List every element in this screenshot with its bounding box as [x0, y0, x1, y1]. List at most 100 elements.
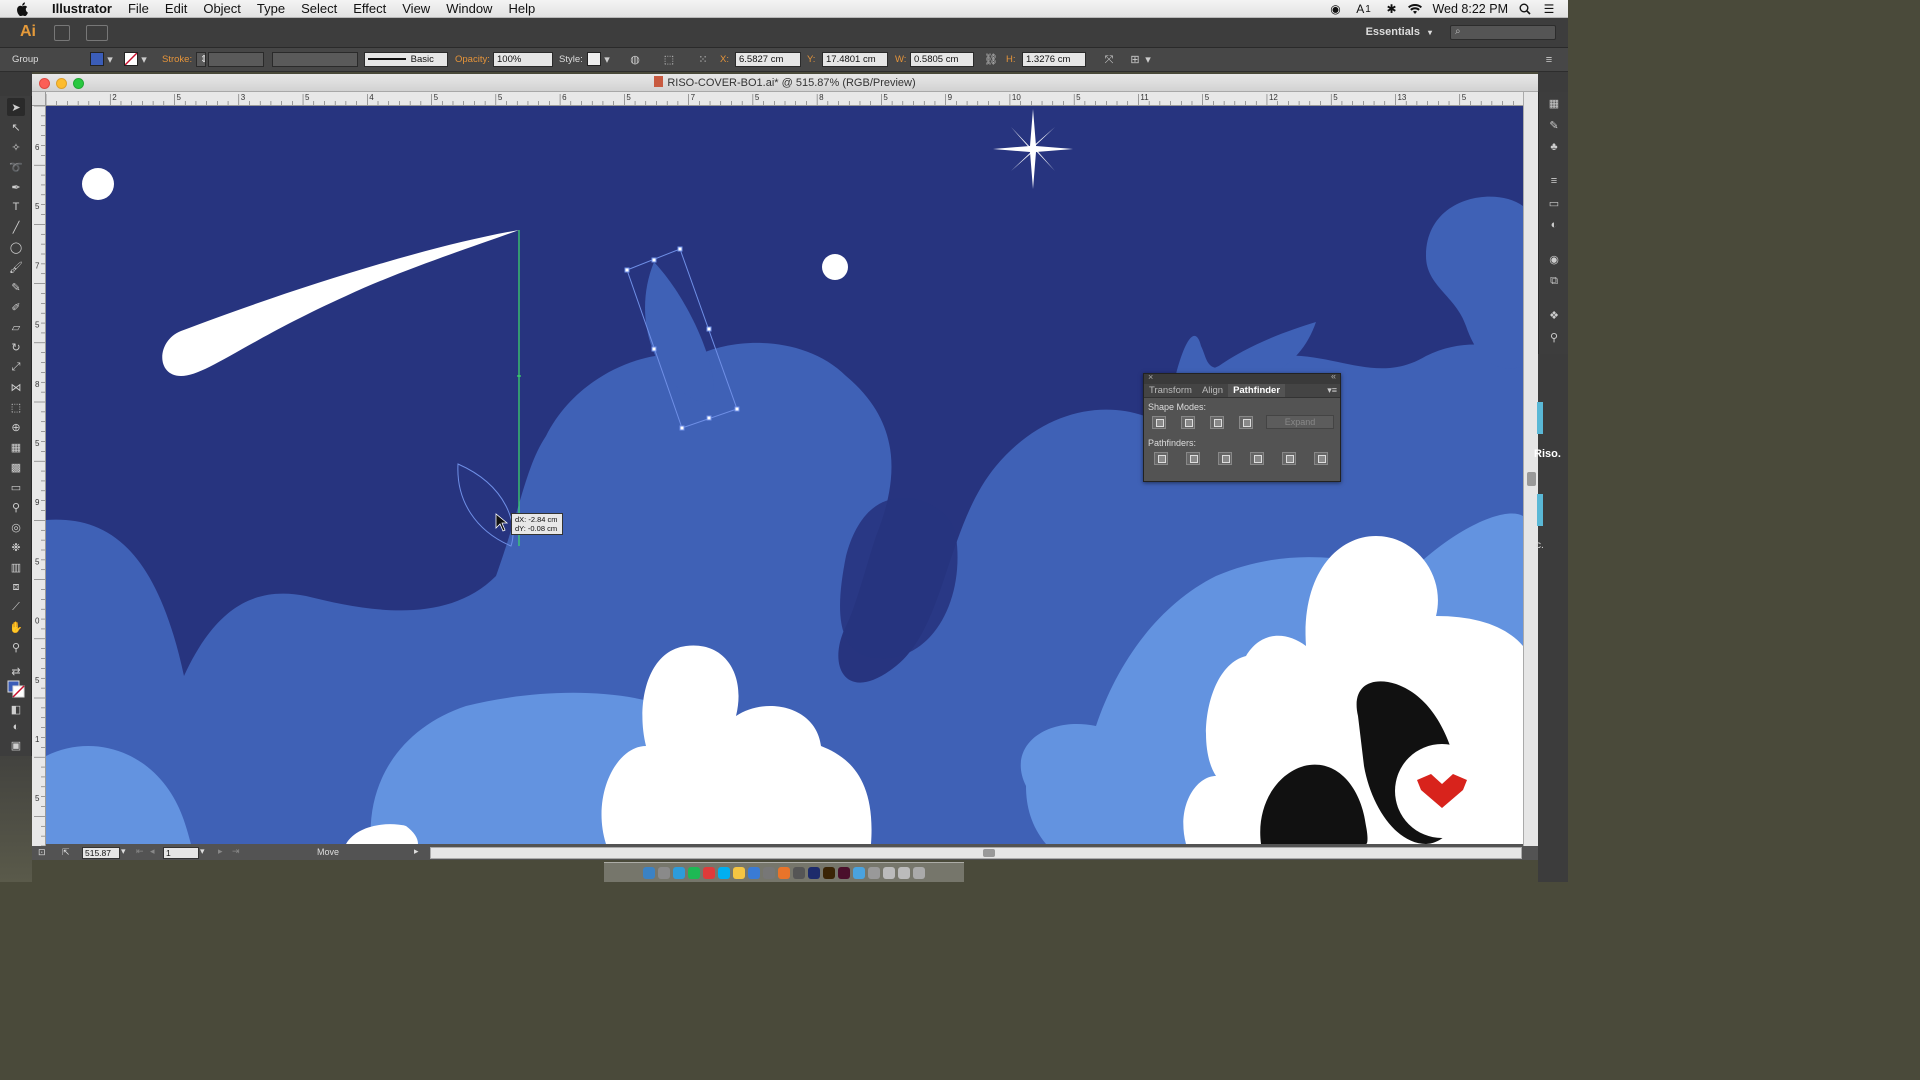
ellipse-tool-icon[interactable]: ◯: [7, 238, 25, 256]
notes-icon[interactable]: [763, 866, 775, 879]
zoom-tool-icon[interactable]: ⚲: [7, 638, 25, 656]
exclude-button[interactable]: [1239, 416, 1253, 429]
unite-button[interactable]: [1152, 416, 1166, 429]
last-artboard-icon[interactable]: ⇥: [232, 846, 240, 857]
color-guide-icon[interactable]: ▦: [1547, 96, 1561, 110]
pencil-tool-icon[interactable]: ✎: [7, 278, 25, 296]
menu-effect[interactable]: Effect: [345, 1, 394, 16]
notification-center-icon[interactable]: ☰: [1542, 2, 1556, 16]
finder-icon[interactable]: [643, 866, 655, 879]
column-graph-tool-icon[interactable]: ▥: [7, 558, 25, 576]
stroke-weight-input[interactable]: [208, 52, 264, 67]
hand-tool-icon[interactable]: ✋: [7, 618, 25, 636]
appearance-panel-icon[interactable]: ◉: [1547, 252, 1561, 266]
apple-icon[interactable]: [14, 1, 30, 16]
spotify-icon[interactable]: [688, 866, 700, 879]
reference-point-icon[interactable]: ⁙: [696, 53, 710, 67]
status-menu-arrow-icon[interactable]: ▸: [414, 846, 419, 857]
illustrator-icon[interactable]: [823, 866, 835, 879]
tab-transform[interactable]: Transform: [1144, 384, 1197, 397]
outline-button[interactable]: [1282, 452, 1296, 465]
symbol-sprayer-tool-icon[interactable]: ❉: [7, 538, 25, 556]
brushes-icon[interactable]: ✎: [1547, 118, 1561, 132]
pen-tool-icon[interactable]: ✒: [7, 178, 25, 196]
mesh-tool-icon[interactable]: ▩: [7, 458, 25, 476]
preferences-icon[interactable]: [868, 866, 880, 879]
expand-button[interactable]: Expand: [1266, 415, 1334, 429]
eraser-tool-icon[interactable]: ▱: [7, 318, 25, 336]
rotate-tool-icon[interactable]: ↻: [7, 338, 25, 356]
scale-tool-icon[interactable]: ⤢: [7, 358, 25, 376]
horizontal-ruler[interactable]: 2 5 3 5 4 5 5 6 5 7 5 8 5 9 10 5 11 5 12 5 13 5: [46, 92, 1524, 106]
merge-button[interactable]: [1218, 452, 1232, 465]
eyedropper-tool-icon[interactable]: ⚲: [7, 498, 25, 516]
safari-icon[interactable]: [673, 866, 685, 879]
current-tool-status[interactable]: Move: [317, 847, 339, 857]
vertical-ruler[interactable]: 6 5 7 5 8 5 9 5 0 5 1 5: [32, 106, 46, 846]
calendar-icon[interactable]: [703, 866, 715, 879]
menubar-clock[interactable]: Wed 8:22 PM: [1432, 2, 1508, 16]
stroke-dropdown-icon[interactable]: ▾: [140, 53, 148, 67]
photoshop-icon[interactable]: [808, 866, 820, 879]
stroke-label[interactable]: Stroke:: [162, 54, 192, 65]
symbols-icon[interactable]: ♣: [1547, 140, 1561, 154]
terminal-icon[interactable]: [793, 866, 805, 879]
slice-tool-icon[interactable]: ⟋: [7, 598, 25, 616]
transparency-panel-icon[interactable]: ◐: [1547, 218, 1561, 232]
chrome-icon[interactable]: [733, 866, 745, 879]
adobe-icon[interactable]: A1: [1352, 2, 1374, 16]
selection-tool-icon[interactable]: ➤: [7, 98, 25, 116]
line-tool-icon[interactable]: ╱: [7, 218, 25, 236]
style-dropdown-icon[interactable]: ▾: [603, 53, 611, 67]
menu-help[interactable]: Help: [500, 1, 543, 16]
vertical-scroll-thumb[interactable]: [1527, 472, 1536, 486]
close-panel-icon[interactable]: ×: [1148, 372, 1153, 382]
color-mode-icon[interactable]: ◧: [7, 700, 25, 718]
prev-artboard-icon[interactable]: ◂: [150, 846, 155, 857]
menu-window[interactable]: Window: [438, 1, 500, 16]
default-fill-stroke-icon[interactable]: ⇄: [7, 662, 25, 680]
firefox-icon[interactable]: [778, 866, 790, 879]
collapse-panel-icon[interactable]: «: [1331, 371, 1336, 381]
layers-icon[interactable]: ❖: [1547, 308, 1561, 322]
artboard-tool-icon[interactable]: ⧈: [7, 578, 25, 596]
menu-view[interactable]: View: [394, 1, 438, 16]
width-input[interactable]: 0.5805 cm: [910, 52, 974, 67]
app-store-icon[interactable]: [853, 866, 865, 879]
perspective-grid-tool-icon[interactable]: ▦: [7, 438, 25, 456]
links-icon[interactable]: ⚲: [1547, 330, 1561, 344]
opacity-input[interactable]: 100%: [493, 52, 553, 67]
trim-button[interactable]: [1186, 452, 1200, 465]
fill-dropdown-icon[interactable]: ▾: [106, 53, 114, 67]
wifi-icon[interactable]: [1408, 2, 1423, 16]
menu-object[interactable]: Object: [195, 1, 249, 16]
blob-brush-tool-icon[interactable]: ✐: [7, 298, 25, 316]
fill-stroke-icon[interactable]: [7, 680, 25, 698]
divide-button[interactable]: [1154, 452, 1168, 465]
artboard-dropdown-icon[interactable]: ▾: [200, 846, 205, 857]
panel-header[interactable]: × «: [1144, 371, 1340, 384]
drawing-mode-icon[interactable]: ◐: [7, 718, 25, 736]
menu-edit[interactable]: Edit: [157, 1, 195, 16]
constrain-proportions-icon[interactable]: ⛓: [984, 53, 998, 67]
arrange-documents-icon[interactable]: [86, 25, 108, 41]
height-input[interactable]: 1.3276 cm: [1022, 52, 1086, 67]
stroke-weight-stepper[interactable]: ⇕: [196, 52, 206, 67]
workspace-switcher[interactable]: Essentials ▾: [1366, 26, 1432, 38]
bluetooth-icon[interactable]: ✱: [1384, 2, 1398, 16]
mail-icon[interactable]: [748, 866, 760, 879]
fill-swatch[interactable]: [90, 52, 104, 66]
menu-type[interactable]: Type: [249, 1, 293, 16]
type-tool-icon[interactable]: T: [7, 198, 25, 216]
crop-button[interactable]: [1250, 452, 1264, 465]
menu-app[interactable]: Illustrator: [44, 1, 120, 16]
stroke-swatch[interactable]: [124, 52, 138, 66]
tab-align[interactable]: Align: [1197, 384, 1228, 397]
share-icon[interactable]: ⇱: [62, 847, 70, 858]
graphic-styles-icon[interactable]: ⧉: [1547, 274, 1561, 288]
x-position-input[interactable]: 6.5827 cm: [735, 52, 801, 67]
lasso-tool-icon[interactable]: ➰: [7, 158, 25, 176]
recolor-artwork-icon[interactable]: ◍: [628, 53, 642, 67]
intersect-button[interactable]: [1210, 416, 1224, 429]
minus-front-button[interactable]: [1181, 416, 1195, 429]
